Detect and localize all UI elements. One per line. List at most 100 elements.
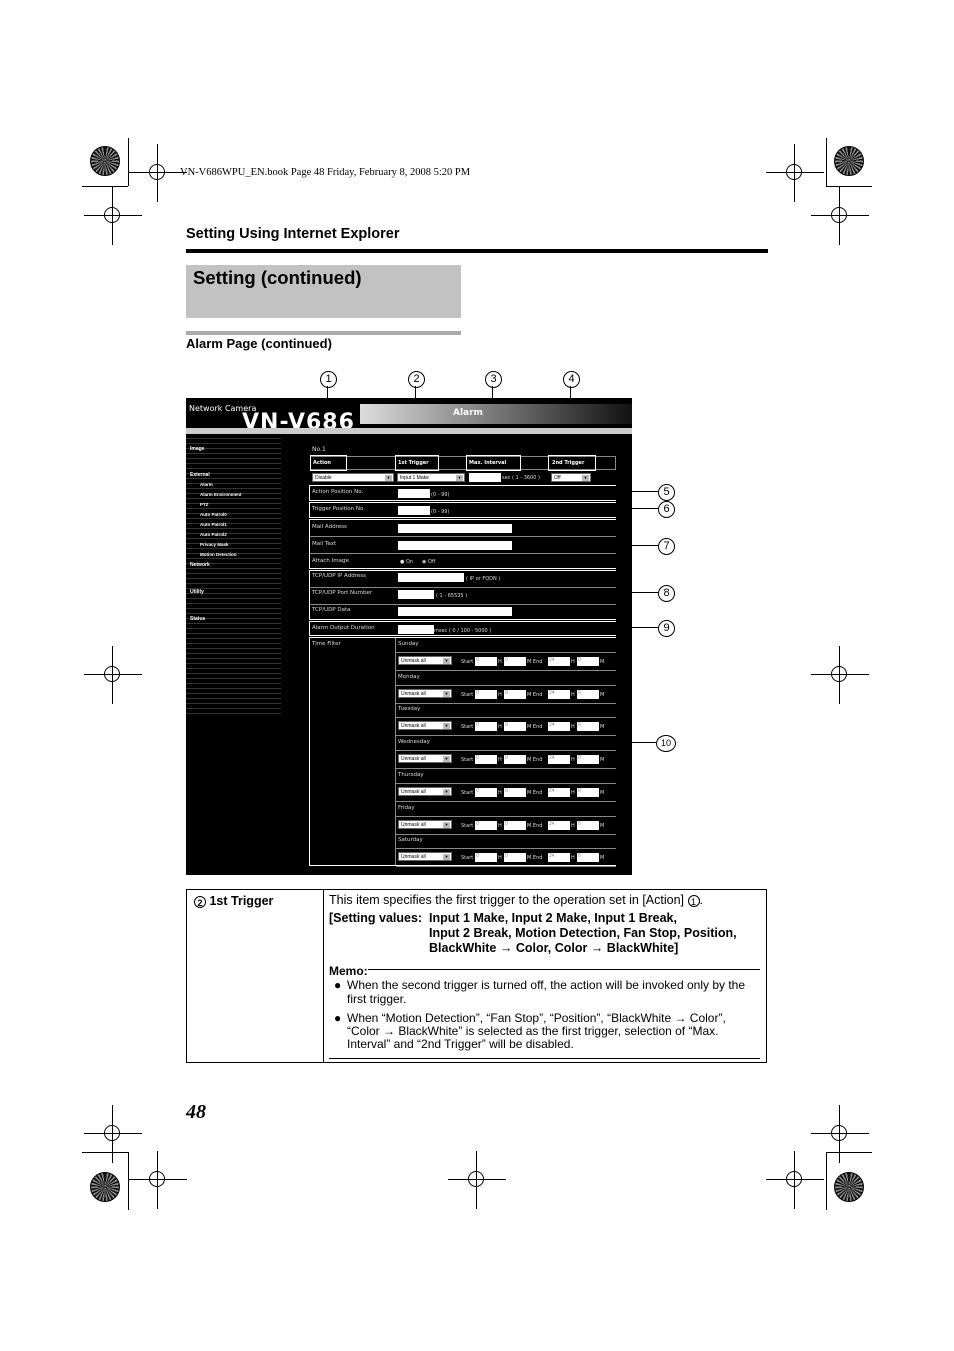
start-hour-input[interactable]: 0 [475, 821, 497, 830]
tcp-port-input[interactable] [398, 590, 434, 599]
reg-mark-bottom-right [766, 1151, 824, 1209]
nav-network[interactable]: Network [190, 562, 280, 568]
day-divider [396, 685, 616, 686]
end-minute-input[interactable]: 0 [577, 722, 599, 731]
end-minute-input[interactable]: 0 [577, 690, 599, 699]
section-header: Setting Using Internet Explorer [186, 226, 400, 242]
day-divider [396, 848, 616, 849]
start-hour-input[interactable]: 0 [475, 853, 497, 862]
m-end-label: M End [527, 823, 543, 829]
seal-mark-tr [834, 146, 864, 176]
end-hour-input[interactable]: 24 [548, 788, 570, 797]
nav-alarm-environment[interactable]: Alarm Environment [200, 492, 290, 497]
nav-alarm[interactable]: Alarm [200, 482, 290, 487]
reg-mark-left-lower [84, 1105, 142, 1163]
m-label: M [600, 692, 605, 698]
end-hour-input[interactable]: 24 [548, 755, 570, 764]
day-mask-select[interactable]: Unmask all [398, 721, 452, 730]
start-minute-input[interactable]: 0 [504, 821, 526, 830]
mail-text-input[interactable] [398, 541, 512, 550]
tcp-row-divider [310, 587, 616, 588]
callout-4: 4 [563, 371, 580, 388]
start-minute-input[interactable]: 0 [504, 853, 526, 862]
page-number: 48 [186, 1101, 206, 1123]
end-minute-input[interactable]: 0 [577, 755, 599, 764]
nav-image[interactable]: Image [190, 446, 280, 452]
title-box: Setting (continued) [186, 265, 461, 318]
no-label: No.1 [312, 446, 326, 453]
nav-auto-patrol2[interactable]: Auto Patrol2 [200, 532, 290, 537]
day-label: Thursday [398, 772, 424, 778]
item-name: 1st Trigger [209, 894, 274, 908]
item-number: 2 [194, 895, 206, 908]
trigger-position-input[interactable] [398, 506, 430, 515]
day-mask-select[interactable]: Unmask all [398, 787, 452, 796]
trim-line [82, 186, 128, 188]
start-minute-input[interactable]: 0 [504, 788, 526, 797]
trim-line [826, 1152, 872, 1154]
tcp-data-input[interactable] [398, 607, 512, 616]
nav-auto-patrol0[interactable]: Auto Patrol0 [200, 512, 290, 517]
time-filter-label: Time Filter [312, 641, 341, 647]
attach-image-label: Attach Image [312, 558, 349, 564]
start-hour-input[interactable]: 0 [475, 722, 497, 731]
action-select[interactable]: Disable [312, 473, 394, 482]
memo-end-rule [329, 1058, 760, 1059]
trigger-select[interactable]: Input 1 Make [397, 473, 465, 482]
start-hour-input[interactable]: 0 [475, 657, 497, 666]
interval-input[interactable] [469, 473, 501, 482]
day-label: Sunday [398, 641, 419, 647]
day-mask-select[interactable]: Unmask all [398, 820, 452, 829]
day-divider [396, 717, 616, 718]
alarm-tab-banner [360, 404, 632, 424]
end-hour-input[interactable]: 24 [548, 853, 570, 862]
nav-privacy-mask[interactable]: Privacy Mask [200, 542, 290, 547]
nav-auto-patrol1[interactable]: Auto Patrol1 [200, 522, 290, 527]
alarm-output-input[interactable] [398, 625, 434, 634]
day-mask-select[interactable]: Unmask all [398, 656, 452, 665]
end-hour-input[interactable]: 24 [548, 821, 570, 830]
h-label: H [571, 659, 575, 665]
mail-row-divider [310, 536, 616, 537]
start-hour-input[interactable]: 0 [475, 755, 497, 764]
day-mask-select[interactable]: Unmask all [398, 754, 452, 763]
end-hour-input[interactable]: 24 [548, 690, 570, 699]
day-mask-select[interactable]: Unmask all [398, 689, 452, 698]
alarm-tab-label[interactable]: Alarm [453, 408, 483, 418]
start-minute-input[interactable]: 0 [504, 657, 526, 666]
nav-motion-detection[interactable]: Motion Detection [200, 552, 290, 557]
action-position-input[interactable] [398, 489, 430, 498]
end-minute-input[interactable]: 0 [577, 657, 599, 666]
start-hour-input[interactable]: 0 [475, 788, 497, 797]
start-hour-input[interactable]: 0 [475, 690, 497, 699]
end-hour-input[interactable]: 24 [548, 722, 570, 731]
day-mask-select[interactable]: Unmask all [398, 852, 452, 861]
end-hour-input[interactable]: 24 [548, 657, 570, 666]
callout-1: 1 [320, 371, 337, 388]
callout-line [632, 627, 658, 628]
m-end-label: M End [527, 692, 543, 698]
nav-status[interactable]: Status [190, 616, 280, 622]
nav-ptz[interactable]: PTZ [200, 502, 290, 507]
start-minute-input[interactable]: 0 [504, 755, 526, 764]
callout-line [632, 508, 658, 509]
m-end-label: M End [527, 790, 543, 796]
attach-on-radio[interactable]: ● On [400, 559, 413, 565]
start-minute-input[interactable]: 0 [504, 690, 526, 699]
callout-3: 3 [485, 371, 502, 388]
end-minute-input[interactable]: 0 [577, 853, 599, 862]
attach-off-radio[interactable]: ◉ Off [422, 559, 435, 565]
start-minute-input[interactable]: 0 [504, 722, 526, 731]
callout-7: 7 [658, 538, 675, 555]
mail-address-input[interactable] [398, 524, 512, 533]
alarm-output-hint: msec ( 0 / 100 - 5000 ) [434, 628, 492, 634]
end-minute-input[interactable]: 0 [577, 788, 599, 797]
day-label: Saturday [398, 837, 423, 843]
callout-line [327, 386, 328, 398]
nav-external[interactable]: External [190, 472, 280, 478]
nav-utility[interactable]: Utility [190, 589, 280, 595]
second-trigger-select[interactable]: Off [551, 473, 591, 482]
tcp-ip-input[interactable] [398, 573, 464, 582]
end-minute-input[interactable]: 0 [577, 821, 599, 830]
day-label: Tuesday [398, 706, 421, 712]
